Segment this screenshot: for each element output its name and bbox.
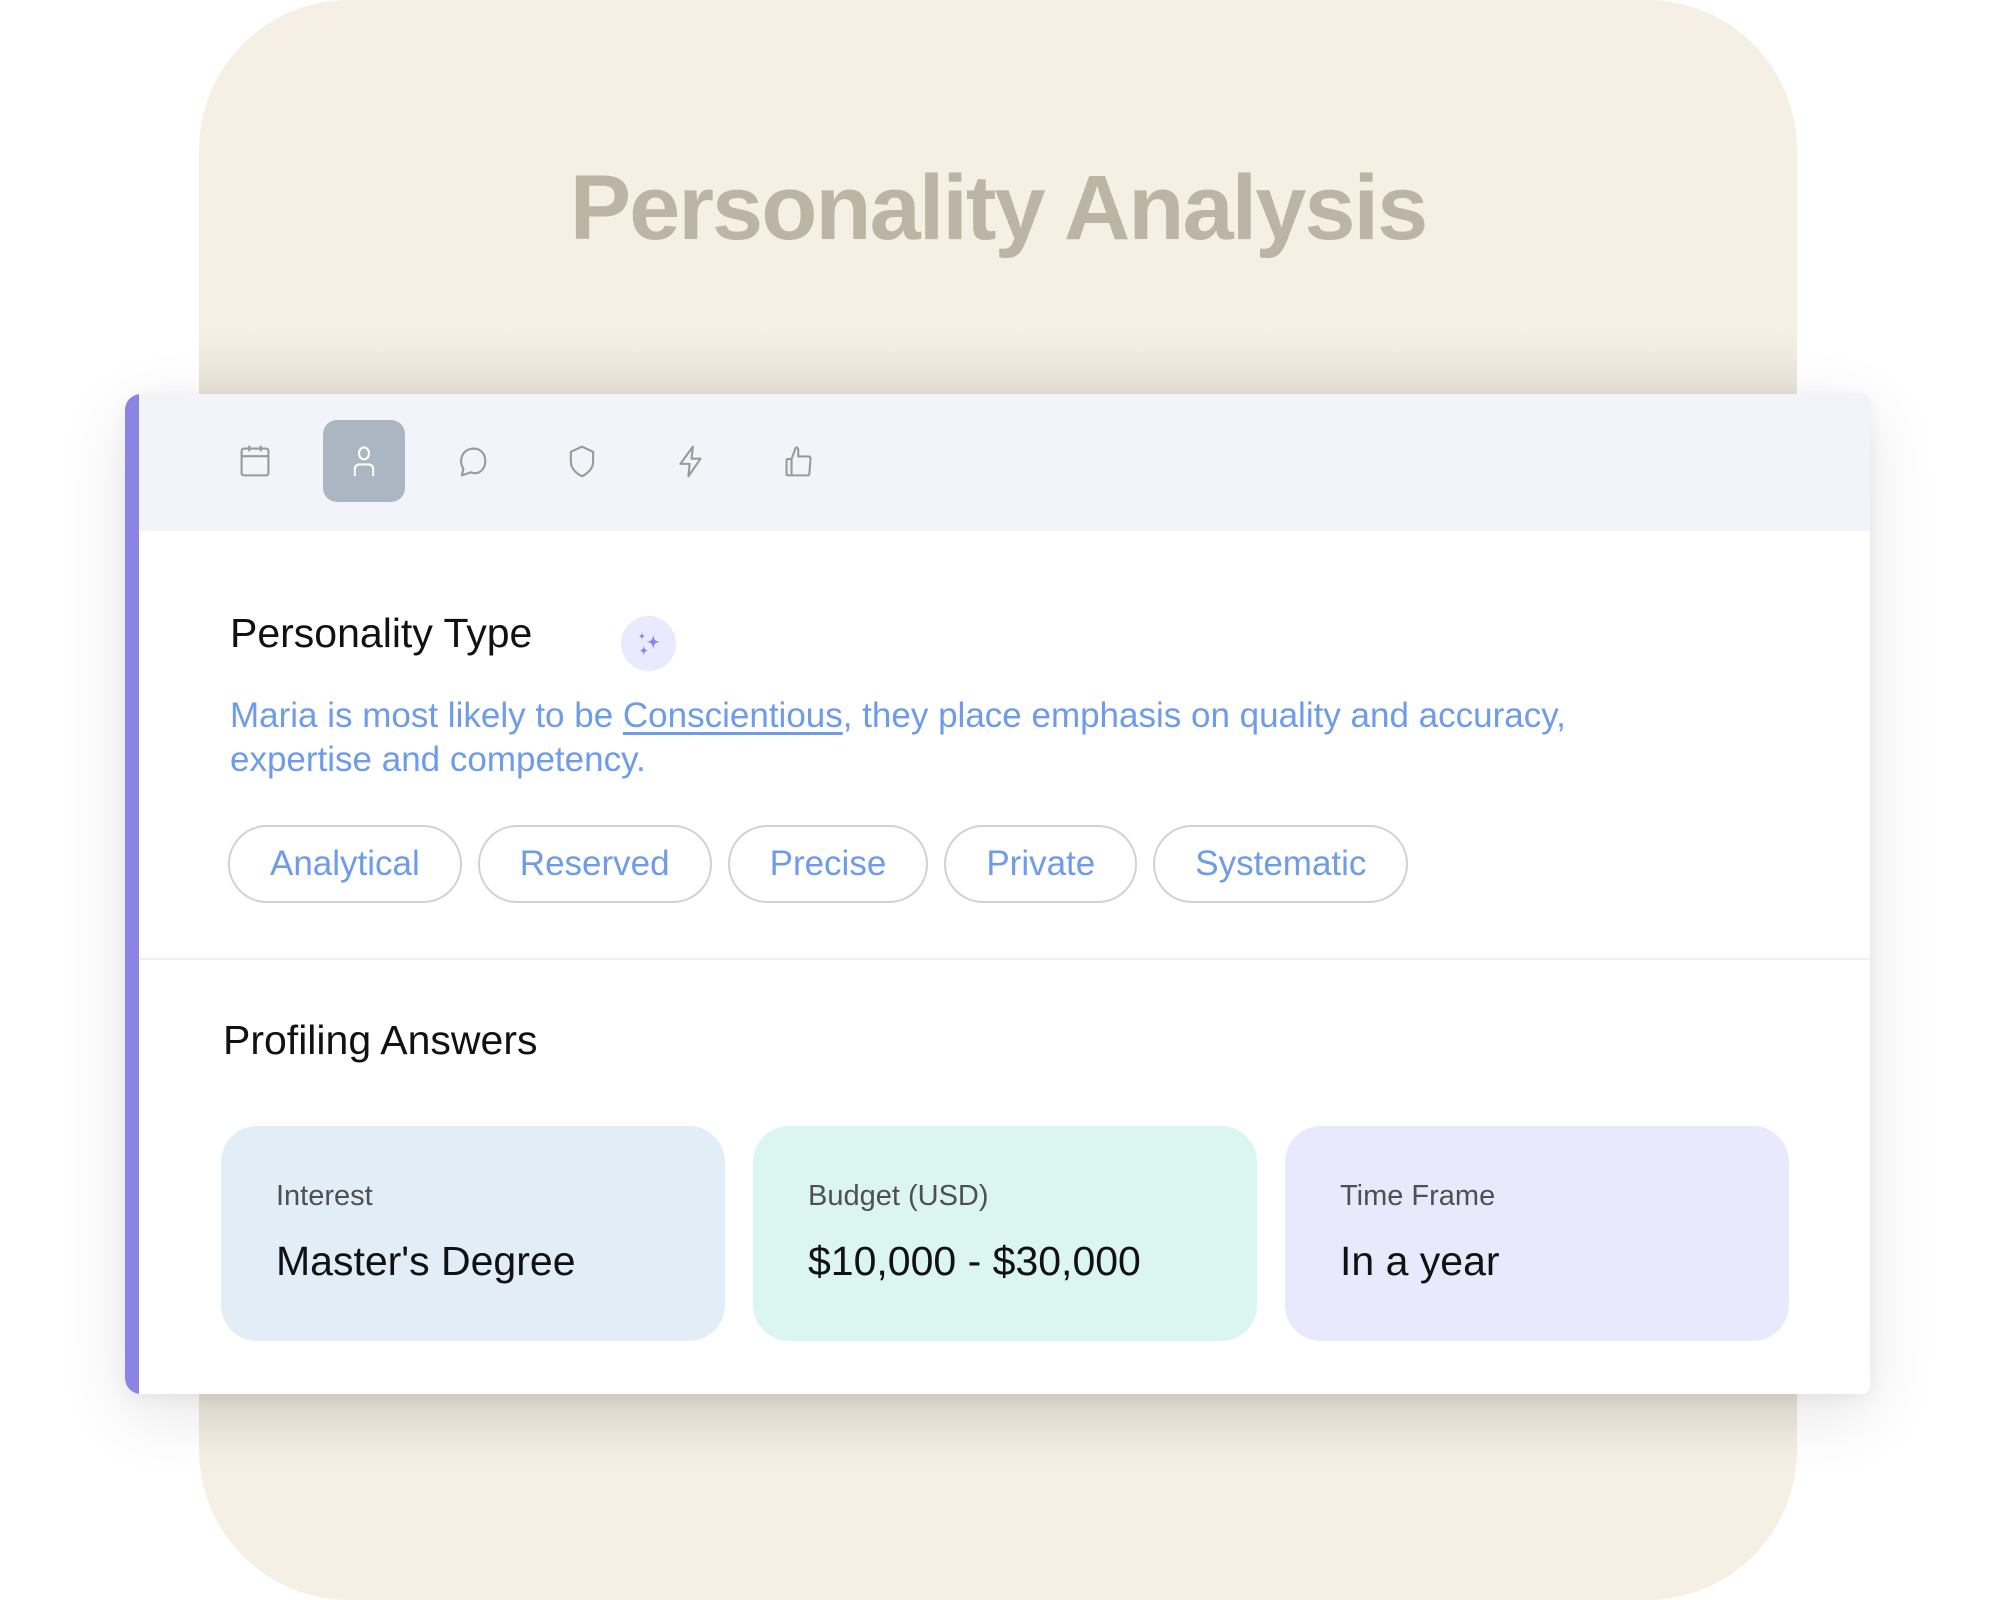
answer-value: Master's Degree (276, 1238, 576, 1284)
card-accent-bar (125, 394, 139, 1394)
answer-value: $10,000 - $30,000 (808, 1238, 1141, 1284)
trait-chips: Analytical Reserved Precise Private Syst… (228, 825, 1409, 903)
lightning-icon (679, 445, 702, 478)
tab-calendar[interactable] (214, 420, 296, 502)
personality-description: Maria is most likely to be Conscientious… (230, 694, 1570, 782)
tab-security[interactable] (541, 420, 623, 502)
profiling-answers: Interest Master's Degree Budget (USD) $1… (221, 1126, 1789, 1341)
tab-feedback[interactable] (758, 420, 840, 502)
trait-chip[interactable]: Reserved (477, 825, 712, 903)
shield-icon (569, 445, 595, 478)
answer-card-interest: Interest Master's Degree (221, 1126, 725, 1341)
tab-activity[interactable] (649, 420, 731, 502)
backdrop-shadow (199, 330, 1797, 400)
answer-card-budget: Budget (USD) $10,000 - $30,000 (753, 1126, 1257, 1341)
tab-profile[interactable] (323, 420, 405, 502)
backdrop-shadow-bottom (199, 1394, 1797, 1454)
answer-label: Time Frame (1340, 1180, 1496, 1212)
sparkles-icon (638, 631, 660, 656)
tab-bar (139, 394, 1870, 531)
trait-chip[interactable]: Systematic (1153, 825, 1409, 903)
stage: Personality Analysis Personality Type Ma… (0, 0, 1996, 1600)
answer-label: Budget (USD) (808, 1180, 989, 1212)
section-divider (139, 958, 1870, 960)
person-icon (353, 446, 375, 477)
trait-chip[interactable]: Private (944, 825, 1138, 903)
personality-type-heading: Personality Type (230, 610, 533, 656)
answer-label: Interest (276, 1180, 373, 1212)
personality-card: Personality Type Maria is most likely to… (125, 394, 1870, 1394)
calendar-icon (240, 445, 270, 477)
ai-badge[interactable] (621, 616, 676, 671)
page-title: Personality Analysis (569, 157, 1429, 259)
profiling-answers-heading: Profiling Answers (223, 1017, 538, 1063)
tab-conversation[interactable] (432, 420, 514, 502)
trait-chip[interactable]: Precise (727, 825, 929, 903)
thumbs-up-icon (785, 446, 812, 477)
description-prefix: Maria is most likely to be (230, 696, 623, 735)
answer-card-time-frame: Time Frame In a year (1285, 1126, 1789, 1341)
answer-value: In a year (1340, 1238, 1500, 1284)
personality-type-link[interactable]: Conscientious (623, 696, 843, 735)
trait-chip[interactable]: Analytical (228, 825, 462, 903)
chat-bubble-icon (460, 447, 487, 477)
